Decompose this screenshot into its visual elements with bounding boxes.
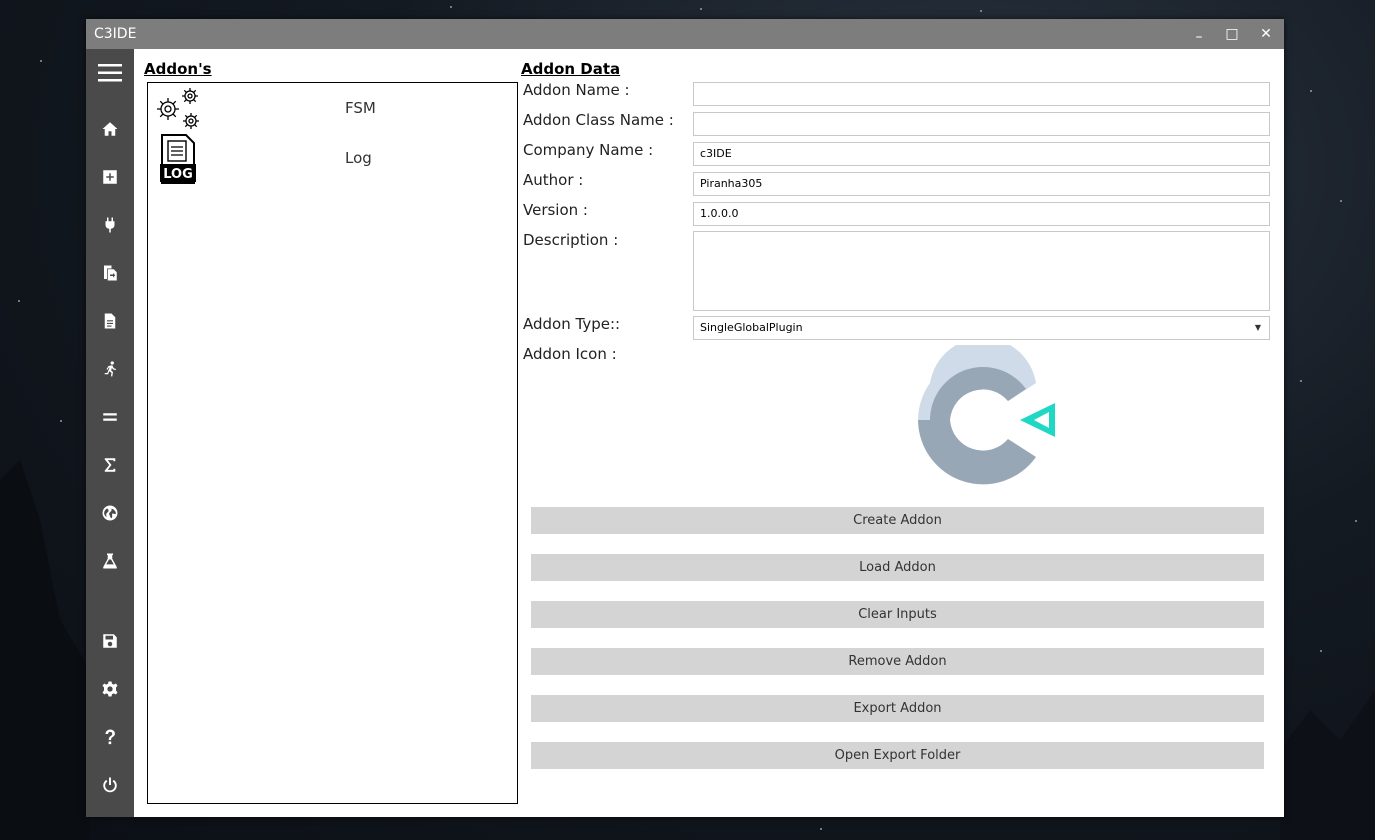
sidebar-item-behaviors[interactable] — [86, 355, 134, 383]
addon-name-label: Addon Name : — [523, 81, 630, 99]
description-textarea[interactable] — [693, 231, 1270, 311]
sidebar-item-expressions[interactable] — [86, 451, 134, 479]
menu-button[interactable] — [86, 59, 134, 87]
svg-text:LOG: LOG — [163, 167, 193, 182]
addon-label: Log — [345, 149, 372, 167]
home-icon — [102, 122, 118, 136]
create-addon-button[interactable]: Create Addon — [531, 507, 1264, 534]
flask-icon — [103, 553, 117, 569]
author-label: Author : — [523, 171, 584, 189]
app-window: C3IDE – □ ✕ Addon's FSM LOG Log Addon Da… — [86, 19, 1284, 817]
c3-logo-icon[interactable] — [908, 345, 1058, 495]
remove-addon-button[interactable]: Remove Addon — [531, 648, 1264, 675]
sidebar-item-equals[interactable] — [86, 403, 134, 431]
logo-dark-arc — [918, 420, 1036, 485]
mountain-silhouette — [0, 460, 90, 840]
addon-class-input[interactable] — [693, 112, 1270, 136]
minimize-button[interactable]: – — [1188, 27, 1210, 47]
addon-name-input[interactable] — [693, 82, 1270, 106]
addon-class-label: Addon Class Name : — [523, 111, 674, 129]
addons-title: Addon's — [144, 60, 212, 78]
add-icon — [103, 170, 117, 184]
company-name-label: Company Name : — [523, 141, 654, 159]
sigma-icon — [104, 458, 116, 472]
addon-type-label: Addon Type:: — [523, 315, 621, 333]
document-icon — [104, 313, 116, 329]
window-title: C3IDE — [94, 26, 137, 42]
sidebar-item-language[interactable] — [86, 499, 134, 527]
sidebar-item-exit[interactable] — [86, 771, 134, 799]
sidebar-item-test[interactable] — [86, 547, 134, 575]
sidebar-item-help[interactable] — [86, 723, 134, 751]
chevron-down-icon: ▼ — [1254, 323, 1261, 332]
addon-data-title: Addon Data — [521, 60, 621, 78]
addon-type-select[interactable]: SingleGlobalPlugin ▼ — [693, 316, 1270, 340]
version-input[interactable]: 1.0.0.0 — [693, 202, 1270, 226]
help-icon — [105, 729, 115, 745]
save-icon — [103, 634, 117, 648]
export-addon-button[interactable]: Export Addon — [531, 695, 1264, 722]
settings-icon — [102, 681, 118, 697]
mountain-silhouette-right — [1280, 690, 1375, 840]
sidebar-item-document[interactable] — [86, 307, 134, 335]
logo-accent-arrow — [1020, 403, 1055, 437]
sidebar-item-save[interactable] — [86, 627, 134, 655]
sidebar-item-plugin[interactable] — [86, 211, 134, 239]
clear-inputs-button[interactable]: Clear Inputs — [531, 601, 1264, 628]
list-item-log[interactable]: LOG Log — [148, 133, 517, 184]
power-icon — [103, 777, 117, 793]
running-man-icon — [104, 361, 116, 377]
version-label: Version : — [523, 201, 588, 219]
company-name-input[interactable]: c3IDE — [693, 142, 1270, 166]
sidebar-item-settings[interactable] — [86, 675, 134, 703]
list-item-fsm[interactable]: FSM — [148, 83, 517, 133]
addon-list[interactable]: FSM LOG Log — [147, 82, 518, 804]
addon-icon-label: Addon Icon : — [523, 345, 617, 363]
open-export-folder-button[interactable]: Open Export Folder — [531, 742, 1264, 769]
sidebar-item-home[interactable] — [86, 115, 134, 143]
load-addon-button[interactable]: Load Addon — [531, 554, 1264, 581]
addon-type-value: SingleGlobalPlugin — [700, 321, 803, 334]
title-bar[interactable]: C3IDE – □ ✕ — [86, 19, 1284, 49]
description-label: Description : — [523, 231, 619, 249]
sidebar — [86, 49, 134, 817]
maximize-button[interactable]: □ — [1221, 24, 1243, 44]
sidebar-item-add[interactable] — [86, 163, 134, 191]
sidebar-item-copy[interactable] — [86, 259, 134, 287]
hamburger-icon — [98, 64, 122, 82]
plug-icon — [105, 217, 115, 233]
author-input[interactable]: Piranha305 — [693, 172, 1270, 196]
copy-file-icon — [104, 265, 117, 281]
gears-icon — [157, 88, 199, 129]
close-button[interactable]: ✕ — [1255, 24, 1277, 44]
globe-icon — [102, 505, 118, 521]
addon-label: FSM — [345, 99, 376, 117]
equals-icon — [103, 413, 117, 421]
log-file-icon: LOG — [160, 134, 196, 184]
